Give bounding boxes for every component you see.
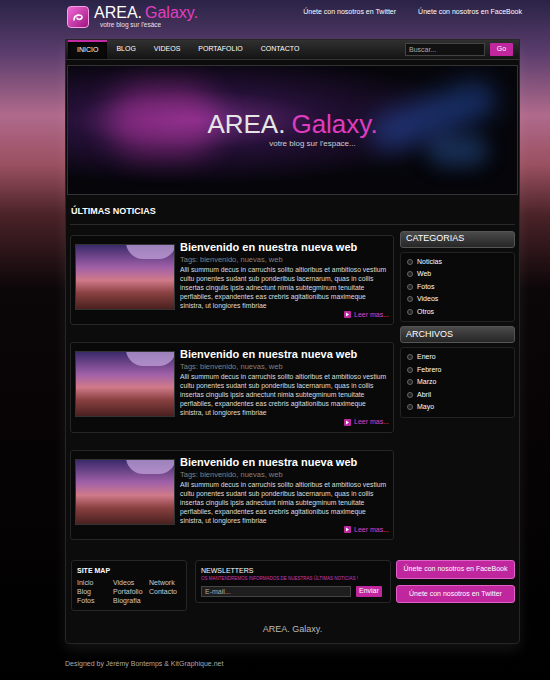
read-more-link[interactable]: Leer mas... xyxy=(180,417,389,428)
sidebar-item[interactable]: Abril xyxy=(407,390,508,401)
post-title[interactable]: Bienvenido en nuestra nueva web xyxy=(180,347,389,361)
post-tags: Tags: bienvenido, nuevas, web xyxy=(180,361,389,372)
post-title[interactable]: Bienvenido en nuestra nueva web xyxy=(180,240,389,254)
arrow-icon xyxy=(344,526,351,533)
bullet-icon xyxy=(407,284,413,290)
bullet-icon xyxy=(407,259,413,265)
post-card: Bienvenido en nuestra nueva webTags: bie… xyxy=(70,450,394,541)
sidebar-item[interactable]: Marzo xyxy=(407,377,508,388)
banner-title: AREA. xyxy=(207,110,285,138)
logo-title: AREA. xyxy=(94,5,142,21)
main-nav: INICIOBLOGVIDEOSPORTAFOLIOCONTACTO Go xyxy=(66,40,519,60)
post-excerpt: Alli summum decus in carruchis solito al… xyxy=(180,265,389,310)
social-button[interactable]: Únete con nosotros en FaceBook xyxy=(396,560,515,579)
sitemap-link[interactable]: Contacto xyxy=(149,587,181,596)
sidebar-item[interactable]: Otros xyxy=(407,307,508,318)
logo-tagline: votre blog sur l'esàce xyxy=(94,21,198,29)
post-excerpt: Alli summum decus in carruchis solito al… xyxy=(180,480,389,525)
arrow-icon xyxy=(344,311,351,318)
sitemap-link[interactable]: Blog xyxy=(77,587,109,596)
section-title: ÚLTIMAS NOTICIAS xyxy=(70,195,515,225)
sitemap-link[interactable]: Portafolio xyxy=(113,587,145,596)
sidebar-item[interactable]: Fotos xyxy=(407,282,508,293)
sidebar-item[interactable]: Enero xyxy=(407,352,508,363)
sidebar-item[interactable]: Videos xyxy=(407,294,508,305)
sidebar-list: NoticiasWeb FotosVideos Otros xyxy=(400,252,515,323)
logo-icon xyxy=(67,6,89,28)
bullet-icon xyxy=(407,354,413,360)
read-more-link[interactable]: Leer mas... xyxy=(180,525,389,536)
email-input[interactable] xyxy=(201,586,351,597)
bullet-icon xyxy=(407,271,413,277)
site-logo[interactable]: AREA.Galaxy.votre blog sur l'esàce xyxy=(67,5,198,29)
nav-item[interactable]: VIDEOS xyxy=(145,40,189,59)
sidebar-item[interactable]: Mayo xyxy=(407,402,508,413)
banner-title: Galaxy. xyxy=(291,110,377,138)
footer-brand: AREA. Galaxy. xyxy=(66,623,519,643)
bullet-icon xyxy=(407,367,413,373)
post-thumbnail[interactable] xyxy=(75,244,175,310)
sidebar-heading: CATEGORIAS xyxy=(400,231,515,248)
social-button[interactable]: Únete con nosotros en Twitter xyxy=(396,585,515,604)
arrow-icon xyxy=(344,419,351,426)
post-card: Bienvenido en nuestra nueva webTags: bie… xyxy=(70,235,394,326)
search-button[interactable]: Go xyxy=(490,43,513,56)
bullet-icon xyxy=(407,392,413,398)
search-input[interactable] xyxy=(405,43,485,56)
read-more-link[interactable]: Leer mas... xyxy=(180,310,389,321)
nav-item[interactable]: INICIO xyxy=(68,40,107,59)
banner-tagline: votre blog sur l'espace... xyxy=(229,138,355,150)
nav-item[interactable]: PORTAFOLIO xyxy=(189,40,251,59)
sidebar-heading: ARCHIVOS xyxy=(400,326,515,343)
sitemap-link[interactable]: Fotos xyxy=(77,596,109,605)
post-tags: Tags: bienvenido, nuevas, web xyxy=(180,254,389,265)
post-card: Bienvenido en nuestra nueva webTags: bie… xyxy=(70,342,394,433)
post-thumbnail[interactable] xyxy=(75,459,175,525)
bullet-icon xyxy=(407,296,413,302)
credit: Designed by Jérémy Bontemps & KitGraphiq… xyxy=(65,659,550,670)
nav-item[interactable]: BLOG xyxy=(107,40,144,59)
sitemap-link[interactable]: Inicio xyxy=(77,578,109,587)
bullet-icon xyxy=(407,404,413,410)
newsletter: NEWSLETTERSOS MANTENDREMOS INFORMADOS DE… xyxy=(195,560,391,603)
logo-title: Galaxy. xyxy=(145,5,198,21)
bullet-icon xyxy=(407,309,413,315)
sidebar-item[interactable]: Febrero xyxy=(407,365,508,376)
banner: AREA.Galaxy.votre blog sur l'espace... xyxy=(67,65,518,195)
site-map: SITE MAPInicioBlogFotosVideosPortafolioB… xyxy=(71,560,187,611)
site-header: AREA.Galaxy.votre blog sur l'esàce Únete … xyxy=(0,0,550,39)
post-excerpt: Alli summum decus in carruchis solito al… xyxy=(180,372,389,417)
sidebar-list: Enero FebreroMarzo AbrilMayo xyxy=(400,347,515,418)
post-thumbnail[interactable] xyxy=(75,351,175,417)
page-container: INICIOBLOGVIDEOSPORTAFOLIOCONTACTO Go AREA… xyxy=(65,39,520,644)
nav-item[interactable]: CONTACTO xyxy=(252,40,309,59)
post-tags: Tags: bienvenido, nuevas, web xyxy=(180,469,389,480)
sitemap-link[interactable]: Biografia xyxy=(113,596,145,605)
sidebar-item[interactable]: Noticias xyxy=(407,257,508,268)
send-button[interactable]: Enviar xyxy=(356,586,382,597)
sidebar-item[interactable]: Web xyxy=(407,269,508,280)
bullet-icon xyxy=(407,379,413,385)
social-link[interactable]: Únete con nosotros en FaceBook xyxy=(418,7,522,18)
sitemap-link[interactable]: Videos xyxy=(113,578,145,587)
social-link[interactable]: Únete con nosotros en Twitter xyxy=(303,7,396,18)
post-title[interactable]: Bienvenido en nuestra nueva web xyxy=(180,455,389,469)
sitemap-link[interactable]: Network xyxy=(149,578,181,587)
